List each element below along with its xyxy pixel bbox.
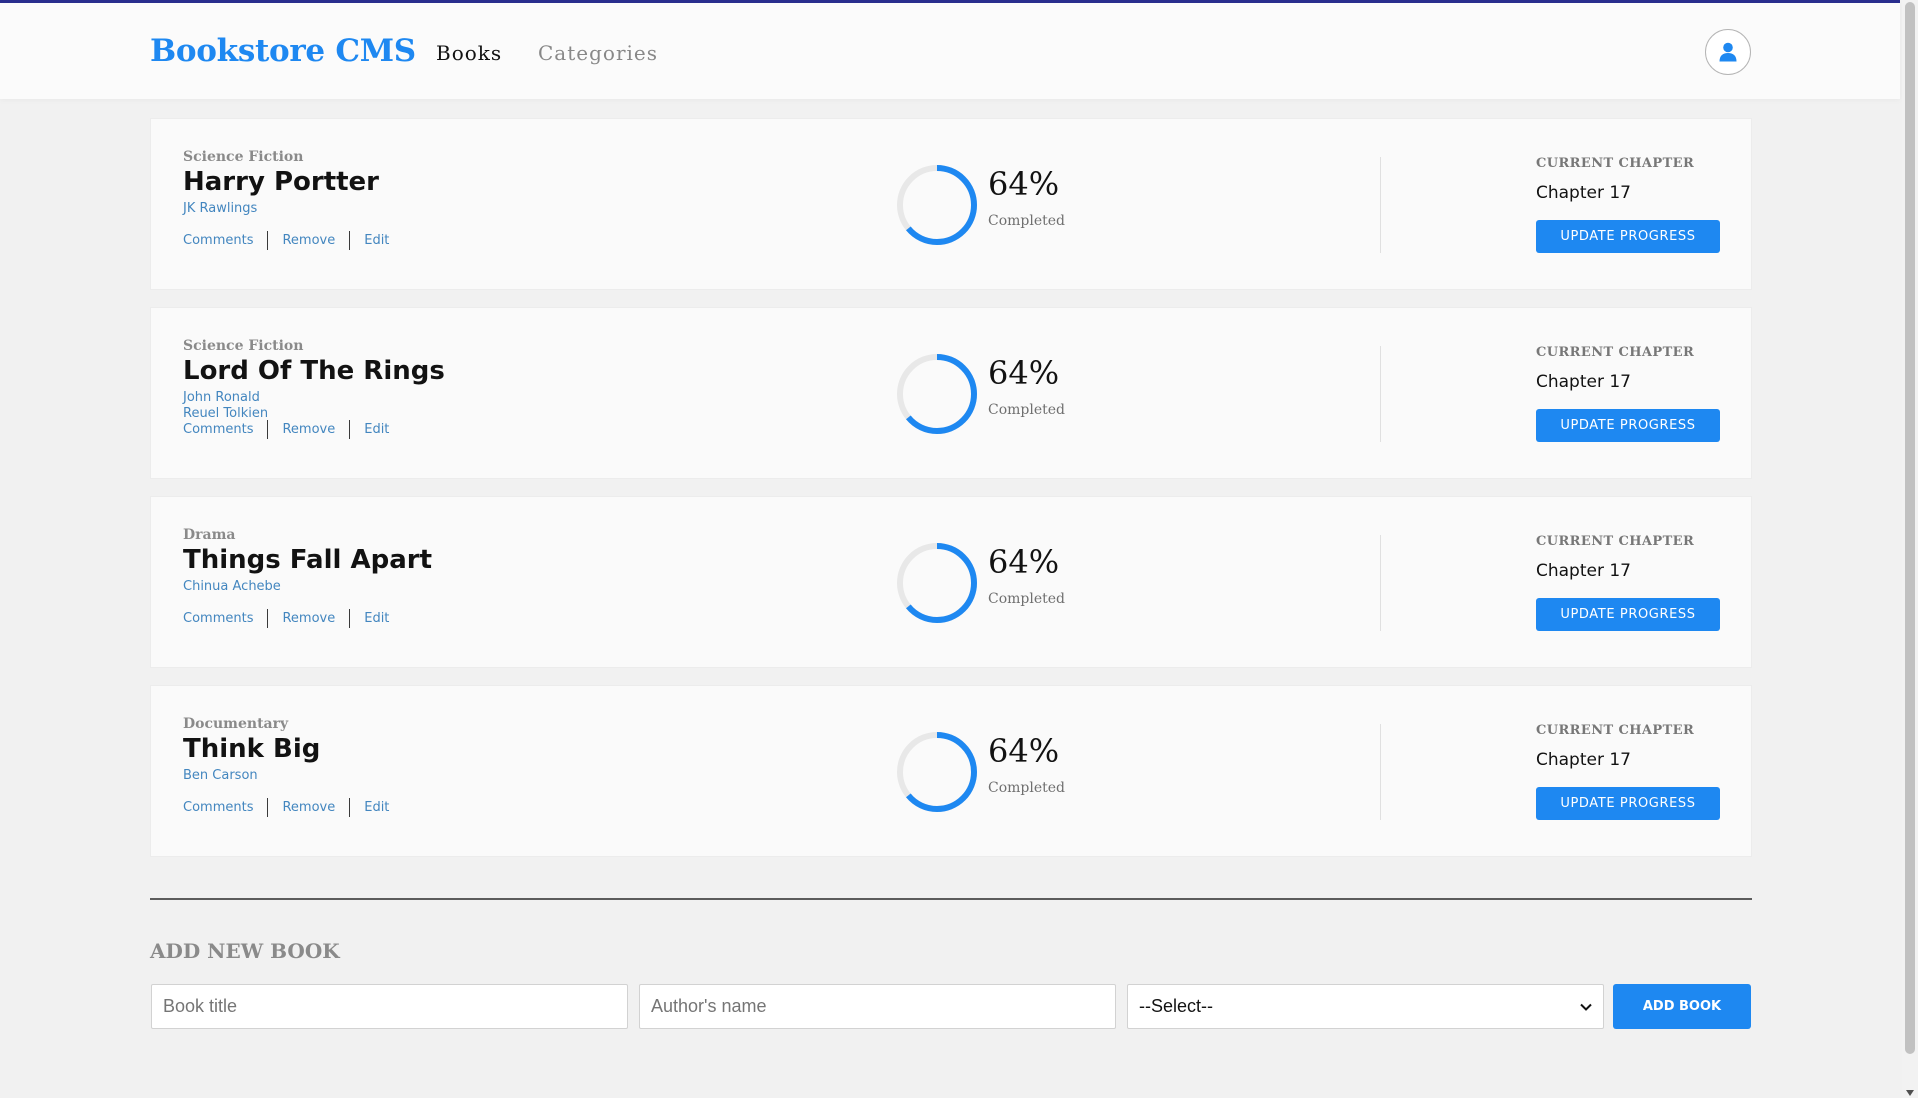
book-actions: Comments Remove Edit — [183, 231, 389, 250]
remove-button[interactable]: Remove — [282, 422, 335, 437]
progress-ring — [897, 732, 977, 812]
progress-ring — [897, 354, 977, 434]
remove-button[interactable]: Remove — [282, 611, 335, 626]
current-chapter-label: CURRENT CHAPTER — [1536, 723, 1695, 738]
book-author[interactable]: John Ronald Reuel Tolkien — [183, 390, 293, 422]
comments-button[interactable]: Comments — [183, 233, 253, 248]
action-divider — [267, 420, 269, 439]
book-actions: Comments Remove Edit — [183, 798, 389, 817]
section-divider — [1380, 724, 1381, 820]
category-select-value: --Select-- — [1139, 996, 1214, 1016]
current-chapter: Chapter 17 — [1536, 561, 1632, 581]
book-actions: Comments Remove Edit — [183, 609, 389, 628]
action-divider — [349, 420, 351, 439]
scroll-down-arrow-icon[interactable] — [1906, 1090, 1914, 1096]
book-card: Documentary Think Big Ben Carson Comment… — [150, 685, 1752, 857]
current-chapter-label: CURRENT CHAPTER — [1536, 534, 1695, 549]
current-chapter-label: CURRENT CHAPTER — [1536, 156, 1695, 171]
progress-ring — [897, 543, 977, 623]
current-chapter: Chapter 17 — [1536, 183, 1632, 203]
chevron-down-icon — [1580, 1003, 1592, 1011]
progress-percent: 64% — [988, 165, 1060, 203]
page-scrollbar[interactable] — [1902, 0, 1918, 1098]
progress-percent: 64% — [988, 543, 1060, 581]
author-name-input[interactable] — [639, 984, 1116, 1029]
app-header: Bookstore CMS Books Categories — [0, 3, 1900, 99]
book-title: Harry Portter — [183, 167, 380, 197]
user-icon — [1719, 42, 1737, 62]
remove-button[interactable]: Remove — [282, 800, 335, 815]
edit-button[interactable]: Edit — [364, 233, 389, 248]
update-progress-button[interactable]: UPDATE PROGRESS — [1536, 787, 1720, 820]
section-divider — [1380, 157, 1381, 253]
book-card: Drama Things Fall Apart Chinua Achebe Co… — [150, 496, 1752, 668]
book-list: Science Fiction Harry Portter JK Rawling… — [150, 118, 1752, 874]
current-chapter-label: CURRENT CHAPTER — [1536, 345, 1695, 360]
book-title-input[interactable] — [151, 984, 628, 1029]
book-card: Science Fiction Harry Portter JK Rawling… — [150, 118, 1752, 290]
progress-status: Completed — [988, 591, 1066, 607]
book-genre: Science Fiction — [183, 149, 304, 165]
action-divider — [349, 798, 351, 817]
edit-button[interactable]: Edit — [364, 800, 389, 815]
user-profile-button[interactable] — [1705, 29, 1751, 75]
progress-status: Completed — [988, 213, 1066, 229]
progress-percent: 64% — [988, 732, 1060, 770]
progress-status: Completed — [988, 780, 1066, 796]
nav-categories[interactable]: Categories — [538, 41, 658, 65]
edit-button[interactable]: Edit — [364, 611, 389, 626]
remove-button[interactable]: Remove — [282, 233, 335, 248]
comments-button[interactable]: Comments — [183, 800, 253, 815]
update-progress-button[interactable]: UPDATE PROGRESS — [1536, 409, 1720, 442]
action-divider — [349, 231, 351, 250]
book-actions: Comments Remove Edit — [183, 420, 389, 439]
update-progress-button[interactable]: UPDATE PROGRESS — [1536, 598, 1720, 631]
current-chapter: Chapter 17 — [1536, 372, 1632, 392]
form-divider — [150, 898, 1752, 900]
add-book-title: ADD NEW BOOK — [150, 939, 340, 963]
book-genre: Science Fiction — [183, 338, 304, 354]
action-divider — [267, 231, 269, 250]
action-divider — [267, 609, 269, 628]
book-title: Lord Of The Rings — [183, 356, 445, 386]
comments-button[interactable]: Comments — [183, 422, 253, 437]
update-progress-button[interactable]: UPDATE PROGRESS — [1536, 220, 1720, 253]
progress-status: Completed — [988, 402, 1066, 418]
scrollbar-thumb[interactable] — [1905, 2, 1915, 1054]
book-genre: Documentary — [183, 716, 289, 732]
nav-books[interactable]: Books — [436, 41, 502, 65]
progress-ring — [897, 165, 977, 245]
section-divider — [1380, 346, 1381, 442]
current-chapter: Chapter 17 — [1536, 750, 1632, 770]
brand-logo[interactable]: Bookstore CMS — [150, 33, 416, 69]
comments-button[interactable]: Comments — [183, 611, 253, 626]
action-divider — [349, 609, 351, 628]
progress-percent: 64% — [988, 354, 1060, 392]
category-select[interactable]: --Select-- — [1127, 984, 1604, 1029]
book-author[interactable]: JK Rawlings — [183, 201, 293, 217]
add-book-button[interactable]: ADD BOOK — [1613, 984, 1751, 1029]
book-author[interactable]: Ben Carson — [183, 768, 293, 784]
book-card: Science Fiction Lord Of The Rings John R… — [150, 307, 1752, 479]
book-author[interactable]: Chinua Achebe — [183, 579, 293, 595]
section-divider — [1380, 535, 1381, 631]
book-title: Things Fall Apart — [183, 545, 432, 575]
edit-button[interactable]: Edit — [364, 422, 389, 437]
book-title: Think Big — [183, 734, 321, 764]
book-genre: Drama — [183, 527, 236, 543]
action-divider — [267, 798, 269, 817]
